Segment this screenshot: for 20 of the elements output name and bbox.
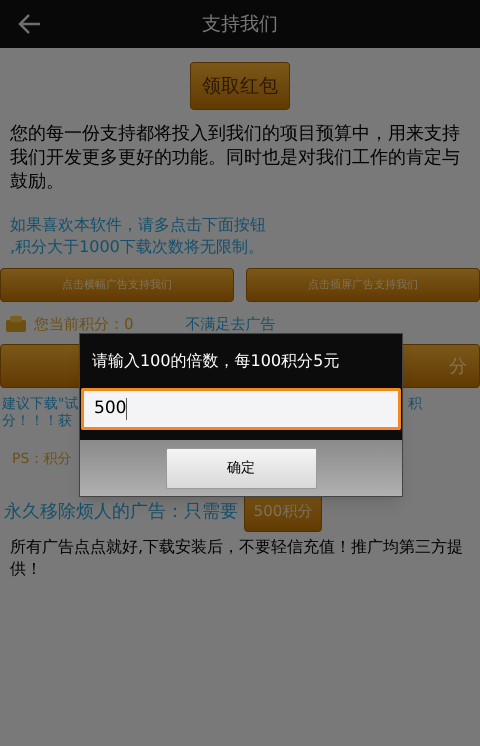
dialog-title: 请输入100的倍数，每100积分5元 xyxy=(92,350,340,372)
notice-text: 所有广告点点就好,下载安装后，不要轻信充值！推广均第三方提供！ xyxy=(9,536,464,580)
points-label: 您当前积分：0 xyxy=(34,314,134,335)
suggestion-text: 分！！！获 xyxy=(2,413,72,430)
confirm-button[interactable]: 确定 xyxy=(166,448,316,488)
amount-input[interactable]: 500 xyxy=(81,388,401,430)
ad-button[interactable]: 点击横幅广告支持我们 xyxy=(0,268,234,302)
back-arrow-icon[interactable] xyxy=(18,13,42,35)
remove-ads-link[interactable]: 不满足去广告 xyxy=(186,312,276,336)
remove-ads-text: 永久移除烦人的广告：只需要 xyxy=(4,500,238,524)
claim-button[interactable]: 领取红包 xyxy=(190,62,290,110)
hint-text: ,积分大于1000下载次数将无限制。 xyxy=(10,236,265,258)
suggestion-text: 积 xyxy=(408,396,422,413)
hint-text: 如果喜欢本软件，请多点击下面按钮 xyxy=(10,214,267,236)
ad-button[interactable]: 点击插屏广告支持我们 xyxy=(246,268,480,302)
coin-stack-icon xyxy=(4,314,28,334)
ps-text: PS：积分 xyxy=(12,451,72,467)
suggestion-text: 建议下载"试 xyxy=(2,396,78,413)
window-title: 支持我们 xyxy=(202,12,278,37)
intro-text: 您的每一份支持都将投入到我们的项目预算中，用来支持我们开发更多更好的功能。同时也是对我们工作的肯定与鼓励。 xyxy=(9,122,461,194)
